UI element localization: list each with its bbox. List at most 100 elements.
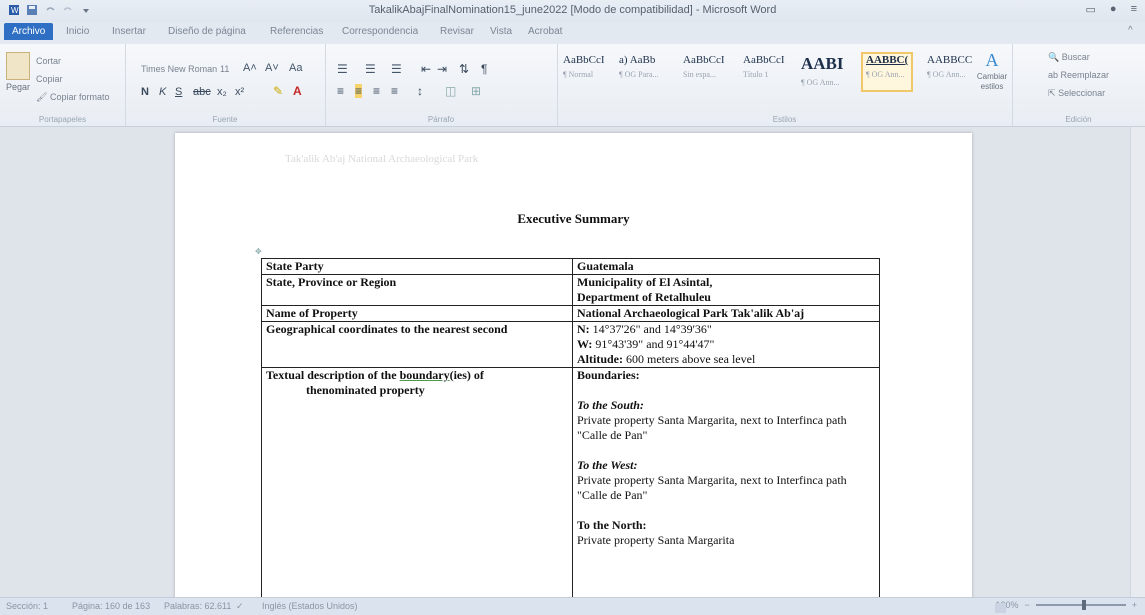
paragraph-group-label: Párrafo xyxy=(427,115,455,124)
show-marks-icon[interactable]: ¶ xyxy=(481,62,487,76)
style-tile-no-spacing[interactable]: AaBbCcI Sin espa... xyxy=(683,54,725,90)
paste-button[interactable]: Pegar xyxy=(4,52,32,92)
style-tile-og-para[interactable]: a) AaBb ¶ OG Para... xyxy=(619,54,658,90)
cut-button[interactable]: Cortar xyxy=(36,56,61,66)
style-tile-heading-1[interactable]: AaBbCcI Título 1 xyxy=(743,54,785,90)
font-size-dropdown[interactable]: 11 xyxy=(220,64,229,74)
ribbon-tabs: Archivo Inicio Insertar Diseño de página… xyxy=(0,22,1145,45)
justify-icon[interactable]: ≡ xyxy=(391,84,398,98)
superscript-button[interactable]: x² xyxy=(235,86,244,98)
format-painter-icon: 🖌 xyxy=(36,92,48,102)
clipboard-group-label: Portapapeles xyxy=(38,115,87,124)
table-cell-value[interactable]: Municipality of El Asintal, Department o… xyxy=(572,274,880,306)
table-move-handle-icon[interactable]: ✥ xyxy=(255,247,262,256)
change-case-button[interactable]: Aa xyxy=(289,62,302,74)
increase-indent-icon[interactable]: ⇥ xyxy=(437,62,447,76)
west-label: To the West: xyxy=(577,458,638,472)
underline-button[interactable]: S xyxy=(175,86,182,98)
latitude-value: 14°37'26" and 14°39'36" xyxy=(592,322,712,336)
vertical-scrollbar[interactable] xyxy=(1130,127,1145,597)
table-cell-value[interactable]: Boundaries: To the South: Private proper… xyxy=(572,367,880,599)
align-center-icon[interactable]: ≡ xyxy=(355,84,363,98)
document-page[interactable]: Tak'alik Ab'aj National Archaeological P… xyxy=(175,133,972,603)
tab-references[interactable]: Referencias xyxy=(270,26,323,37)
zoom-in-button[interactable]: + xyxy=(1132,600,1137,610)
spelling-check-icon[interactable]: ✓ xyxy=(236,601,244,612)
tab-page-layout[interactable]: Diseño de página xyxy=(168,26,246,37)
decrease-indent-icon[interactable]: ⇤ xyxy=(421,62,431,76)
boundary-key-underlined: boundary xyxy=(399,368,450,382)
find-button[interactable]: 🔍 Buscar xyxy=(1048,52,1090,63)
window-controls: ▭ ● ≡ xyxy=(1086,3,1137,16)
table-cell-key[interactable]: Name of Property xyxy=(261,305,573,322)
tab-mailings[interactable]: Correspondencia xyxy=(342,26,418,37)
bold-button[interactable]: N xyxy=(141,86,149,98)
format-painter-button[interactable]: 🖌 Copiar formato xyxy=(36,92,109,103)
status-section[interactable]: Sección: 1 xyxy=(6,601,48,611)
ribbon-collapse-icon[interactable]: ^ xyxy=(1128,25,1133,36)
south-label: To the South: xyxy=(577,398,644,412)
select-button[interactable]: ⇱ Seleccionar xyxy=(1048,88,1105,99)
grow-font-button[interactable]: A˄ xyxy=(243,62,257,74)
document-workspace: Tak'alik Ab'aj National Archaeological P… xyxy=(0,127,1145,603)
styles-group-label: Estilos xyxy=(772,115,797,124)
italic-button[interactable]: K xyxy=(159,86,166,98)
table-cell-key[interactable]: Geographical coordinates to the nearest … xyxy=(261,321,573,368)
style-tile-og-ann-3[interactable]: AABBCC ¶ OG Ann... xyxy=(927,54,972,90)
options-icon[interactable]: ≡ xyxy=(1131,3,1137,16)
draft-view-icon[interactable] xyxy=(995,603,1007,613)
clipboard-group: Pegar Cortar Copiar 🖌 Copiar formato Por… xyxy=(0,44,126,126)
status-language[interactable]: Inglés (Estados Unidos) xyxy=(262,601,358,611)
boundary-key-part1: Textual description of the xyxy=(266,368,400,382)
align-left-icon[interactable]: ≡ xyxy=(337,84,344,98)
subscript-button[interactable]: x₂ xyxy=(217,86,227,98)
table-cell-key[interactable]: State Party xyxy=(261,258,573,275)
region-line-1: Municipality of El Asintal, xyxy=(577,275,713,289)
multilevel-list-icon[interactable]: ☰ xyxy=(391,62,402,76)
sort-icon[interactable]: ⇅ xyxy=(459,62,469,76)
zoom-slider-thumb[interactable] xyxy=(1081,600,1086,610)
west-text: Private property Santa Margarita, next t… xyxy=(577,473,847,502)
table-cell-key[interactable]: Textual description of the boundary(ies)… xyxy=(261,367,573,599)
tab-view[interactable]: Vista xyxy=(490,26,512,37)
table-cell-key[interactable]: State, Province or Region xyxy=(261,274,573,306)
numbering-icon[interactable]: ☰ xyxy=(365,62,376,76)
tab-home[interactable]: Inicio xyxy=(66,26,89,37)
align-right-icon[interactable]: ≡ xyxy=(373,84,380,98)
font-name-dropdown[interactable]: Times New Roman xyxy=(141,64,217,74)
style-tile-og-ann-1[interactable]: AABI ¶ OG Ann... xyxy=(801,54,844,90)
shading-icon[interactable]: ◫ xyxy=(445,84,456,98)
font-color-icon[interactable]: A xyxy=(293,84,302,98)
bullets-icon[interactable]: ☰ xyxy=(337,62,348,76)
minimize-icon[interactable]: ▭ xyxy=(1086,3,1096,16)
zoom-slider[interactable] xyxy=(1035,600,1126,610)
altitude-value: 600 meters above sea level xyxy=(626,352,756,366)
zoom-out-button[interactable]: − xyxy=(1024,600,1029,610)
table-cell-value[interactable]: National Archaeological Park Tak'alik Ab… xyxy=(572,305,880,322)
copy-button[interactable]: Copiar xyxy=(36,74,63,84)
tab-insert[interactable]: Insertar xyxy=(112,26,146,37)
status-page[interactable]: Página: 160 de 163 xyxy=(72,601,150,611)
status-words[interactable]: Palabras: 62.611 xyxy=(164,601,231,611)
tab-acrobat[interactable]: Acrobat xyxy=(528,26,562,37)
tab-review[interactable]: Revisar xyxy=(440,26,474,37)
line-spacing-icon[interactable]: ↕ xyxy=(417,84,423,98)
boundary-key-line2: thenominated property xyxy=(306,383,425,397)
font-group-label: Fuente xyxy=(212,115,238,124)
table-cell-value[interactable]: N: 14°37'26" and 14°39'36" W: 91°43'39" … xyxy=(572,321,880,368)
shrink-font-button[interactable]: A˅ xyxy=(265,62,279,74)
strikethrough-button[interactable]: abc xyxy=(193,86,211,98)
style-tile-normal[interactable]: AaBbCcI ¶ Normal xyxy=(563,54,605,90)
borders-icon[interactable]: ⊞ xyxy=(471,84,481,98)
south-text: Private property Santa Margarita, next t… xyxy=(577,413,847,442)
change-styles-button[interactable]: A Cambiar estilos xyxy=(975,50,1009,91)
executive-summary-table: State Party Guatemala State, Province or… xyxy=(261,258,880,599)
boundaries-label: Boundaries: xyxy=(577,368,640,382)
help-icon[interactable]: ● xyxy=(1110,3,1117,16)
tab-file[interactable]: Archivo xyxy=(4,23,54,40)
select-icon: ⇱ xyxy=(1048,88,1056,98)
replace-button[interactable]: ab Reemplazar xyxy=(1048,70,1109,80)
style-tile-og-ann-2[interactable]: AABBC( ¶ OG Ann... xyxy=(861,52,914,92)
highlight-color-icon[interactable]: ✎ xyxy=(273,84,283,98)
table-cell-value[interactable]: Guatemala xyxy=(572,258,880,275)
